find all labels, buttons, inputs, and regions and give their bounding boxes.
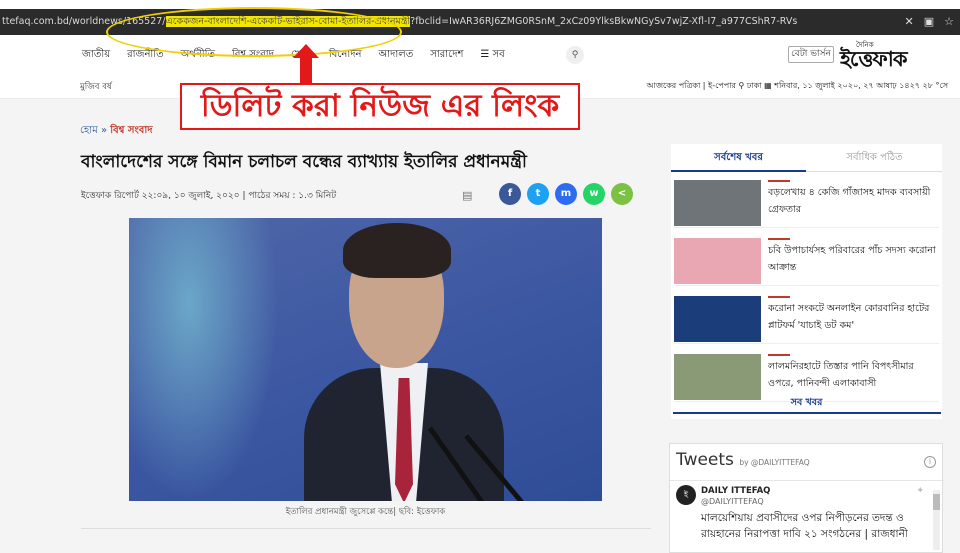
facebook-share-icon[interactable]: f xyxy=(499,183,521,205)
sidebar-news: সর্বশেষ খবর সর্বাধিক পঠিত বড়লেখায় ৪ কে… xyxy=(671,144,942,419)
beta-version-button[interactable]: বেটা ভার্সন xyxy=(788,46,834,63)
news-title[interactable]: চবি উপাচার্যসহ পরিবারের পাঁচ সদস্য করোনা… xyxy=(768,242,938,276)
menu-item-politics[interactable]: রাজনীতি xyxy=(123,47,177,64)
tab-icon[interactable]: ▣ xyxy=(924,9,934,35)
scrollbar[interactable] xyxy=(933,490,940,550)
search-icon[interactable]: ⚲ xyxy=(566,46,584,64)
url-prefix: ttefaq.com.bd/worldnews/165527/ xyxy=(2,16,166,27)
news-thumbnail[interactable] xyxy=(674,180,761,226)
tab-latest[interactable]: সর্বশেষ খবর xyxy=(671,150,806,167)
breadcrumb-home[interactable]: হোম xyxy=(80,125,98,136)
news-accent-bar xyxy=(768,296,790,298)
list-item[interactable]: লালমনিরহাটে তিস্তার পানি বিপৎসীমার ওপরে,… xyxy=(674,350,939,402)
annotation-arrow-icon xyxy=(300,53,312,83)
tweet-author-handle[interactable]: @DAILYITTEFAQ xyxy=(701,497,764,506)
menu-item-country[interactable]: সারাদেশ xyxy=(426,47,476,64)
tweets-by[interactable]: by @DAILYITTEFAQ xyxy=(739,458,809,467)
news-title[interactable]: লালমনিরহাটে তিস্তার পানি বিপৎসীমার ওপরে,… xyxy=(768,358,938,392)
top-strip xyxy=(0,0,960,9)
tab-most-read[interactable]: সর্বাধিক পঠিত xyxy=(807,150,942,167)
news-thumbnail[interactable] xyxy=(674,296,761,342)
share-share-icon[interactable]: < xyxy=(611,183,633,205)
tab-active-underline xyxy=(671,170,806,172)
article-photo xyxy=(129,218,602,501)
star-icon[interactable]: ☆ xyxy=(944,9,954,35)
logo-text: ইত্তেফাক xyxy=(840,46,908,71)
menu-item-entertainment[interactable]: বিনোদন xyxy=(325,47,375,64)
article-meta: ইত্তেফাক রিপোর্ট ২২:০৯, ১০ জুলাই, ২০২০ |… xyxy=(81,191,337,201)
tweets-title: Tweets xyxy=(676,450,734,470)
url-highlighted-slug: একেকজন-বাংলাদেশি-একেকটি-ভাইরাস-বোমা-ইতাল… xyxy=(165,16,411,27)
all-news-link[interactable]: সব খবর xyxy=(671,396,942,411)
twitter-bird-icon[interactable]: ✦ xyxy=(916,486,924,496)
bookmark-slash-icon[interactable]: ✕ xyxy=(905,9,914,35)
sidebar-tabs: সর্বশেষ খবর সর্বাধিক পঠিত xyxy=(671,144,942,172)
twitter-share-icon[interactable]: t xyxy=(527,183,549,205)
twitter-widget: Tweets by @DAILYITTEFAQ i ই DAILY ITTEFA… xyxy=(669,443,944,553)
share-buttons: f t m w < xyxy=(499,183,633,205)
date-weather-info: আজকের পত্রিকা | ই-পেপার ⚲ ঢাকা ▦ শনিবার,… xyxy=(646,81,949,90)
menu-item-court[interactable]: আদালত xyxy=(374,47,426,64)
menu-item-national[interactable]: জাতীয় xyxy=(78,47,123,64)
news-title[interactable]: বড়লেখায় ৪ কেজি গাঁজাসহ মাদক ব্যবসায়ী … xyxy=(768,184,938,218)
photo-hair xyxy=(343,223,451,278)
divider xyxy=(81,528,651,529)
list-item[interactable]: চবি উপাচার্যসহ পরিবারের পাঁচ সদস্য করোনা… xyxy=(674,234,939,286)
mujib-year-link[interactable]: মুজিব বর্ষ xyxy=(80,80,112,94)
news-accent-bar xyxy=(768,180,790,182)
info-icon[interactable]: i xyxy=(924,456,936,468)
annotation-callout: ডিলিট করা নিউজ এর লিংক xyxy=(180,83,580,130)
all-news-underline xyxy=(673,412,941,414)
article-headline: বাংলাদেশের সঙ্গে বিমান চলাচল বন্ধের ব্যা… xyxy=(81,152,527,172)
news-accent-bar xyxy=(768,354,790,356)
menu-item-economy[interactable]: অর্থনীতি xyxy=(177,47,228,64)
news-accent-bar xyxy=(768,238,790,240)
print-icon[interactable]: ▤ xyxy=(462,189,476,202)
list-item[interactable]: বড়লেখায় ৪ কেজি গাঁজাসহ মাদক ব্যবসায়ী … xyxy=(674,176,939,228)
menu-item-all[interactable]: ☰ সব xyxy=(476,47,517,64)
scrollbar-thumb[interactable] xyxy=(933,494,940,510)
menu-item-world[interactable]: বিশ্ব সংবাদ xyxy=(228,47,287,64)
url-suffix: ?fbclid=IwAR36RJ6ZMG0RSnM_2xCz09YlksBkwN… xyxy=(410,16,798,27)
news-thumbnail[interactable] xyxy=(674,238,761,284)
messenger-share-icon[interactable]: m xyxy=(555,183,577,205)
news-title[interactable]: করোনা সংকটে অনলাইন কোরবানির হাটের প্লাটফ… xyxy=(768,300,938,334)
list-item[interactable]: করোনা সংকটে অনলাইন কোরবানির হাটের প্লাটফ… xyxy=(674,292,939,344)
page-root: ttefaq.com.bd/worldnews/165527/একেকজন-বা… xyxy=(0,0,960,553)
whatsapp-share-icon[interactable]: w xyxy=(583,183,605,205)
tweet-author-name[interactable]: DAILY ITTEFAQ xyxy=(701,486,770,496)
site-logo[interactable]: দৈনিক ইত্তেফাক xyxy=(840,39,940,71)
tweets-header: Tweets by @DAILYITTEFAQ xyxy=(676,450,810,470)
photo-caption: ইতালির প্রধানমন্ত্রী জুসেপ্পে কন্তে| ছবি… xyxy=(285,507,446,517)
breadcrumb: হোম » বিশ্ব সংবাদ xyxy=(80,123,153,140)
photo-background xyxy=(129,218,279,501)
address-bar[interactable]: ttefaq.com.bd/worldnews/165527/একেকজন-বা… xyxy=(0,9,960,35)
divider xyxy=(670,480,944,481)
news-thumbnail[interactable] xyxy=(674,354,761,400)
breadcrumb-separator: » xyxy=(100,125,108,136)
tweet-text: মালয়েশিয়ায় প্রবাসীদের ওপর নিপীড়নের ত… xyxy=(701,512,908,540)
url-text[interactable]: ttefaq.com.bd/worldnews/165527/একেকজন-বা… xyxy=(2,9,797,35)
breadcrumb-section[interactable]: বিশ্ব সংবাদ xyxy=(110,125,152,136)
avatar[interactable]: ই xyxy=(676,485,696,505)
